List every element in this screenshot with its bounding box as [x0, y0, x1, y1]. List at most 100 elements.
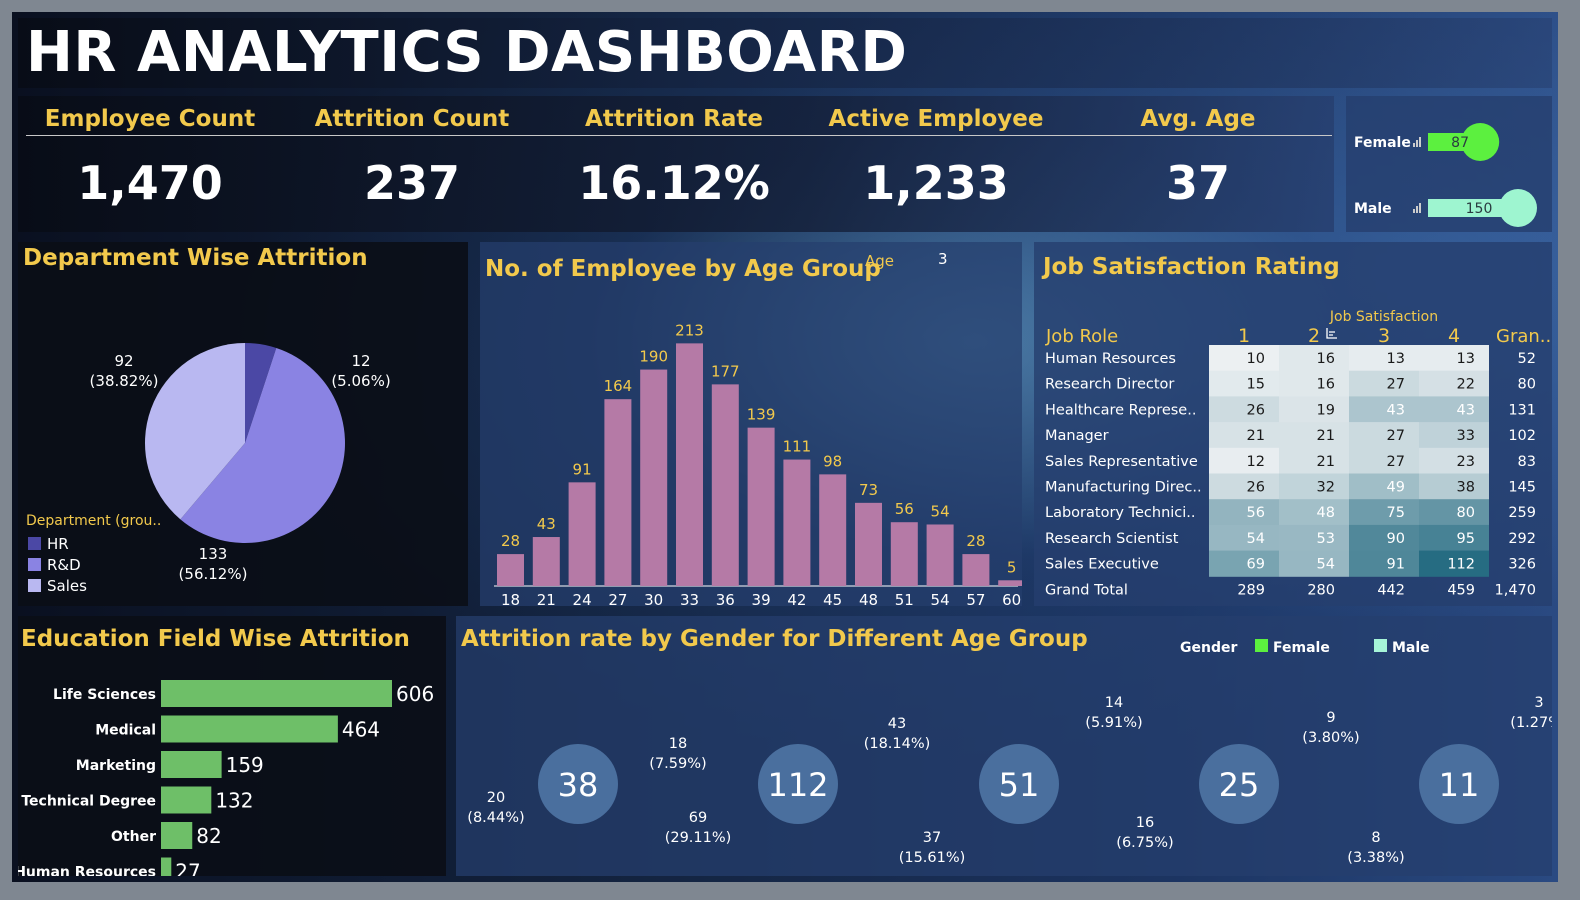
job-role-label: Sales Executive — [1045, 557, 1159, 573]
heatmap-cell — [1279, 447, 1349, 474]
age-bar-label: 91 — [573, 460, 592, 478]
heatmap-cell-value: 26 — [1247, 480, 1265, 496]
heatmap-cell-value: 38 — [1457, 480, 1475, 496]
sort-icon — [1326, 328, 1337, 339]
age-bar — [855, 502, 882, 586]
education-bar — [161, 751, 222, 778]
heatmap-cell-value: 80 — [1457, 505, 1475, 521]
heatmap-cell — [1209, 550, 1279, 577]
age-bar — [640, 369, 668, 586]
gender-legend-swatch-female — [1255, 639, 1268, 652]
pie-label-percent-hr: (5.06%) — [331, 372, 390, 390]
heatmap-cell-value: 13 — [1457, 351, 1475, 367]
age-bar — [926, 524, 954, 586]
header-bar: HR ANALYTICS DASHBOARD — [18, 18, 1552, 88]
age-bar-label: 28 — [501, 532, 520, 550]
age-bar-label: 28 — [966, 532, 985, 550]
heatmap-cell-value: 48 — [1317, 505, 1335, 521]
age-tick-label: 51 — [895, 591, 914, 606]
kpi-label-attrition-count: Attrition Count — [314, 106, 510, 132]
donut-label-female-value: 9 — [1326, 710, 1335, 726]
heatmap-cell — [1419, 370, 1489, 397]
donut-label-male-value: 69 — [689, 810, 707, 826]
heatmap-cell-value: 21 — [1247, 428, 1265, 444]
age-bar-label: 56 — [895, 500, 914, 518]
legend-label-hr: HR — [47, 535, 69, 553]
heatmap-cell — [1349, 370, 1419, 397]
age-bar-label: 43 — [537, 515, 556, 533]
donut-label-male-percent: (6.75%) — [1116, 835, 1173, 851]
age-bar-label: 54 — [931, 502, 950, 520]
heatmap-cell — [1419, 447, 1489, 474]
job-role-total: 80 — [1518, 377, 1536, 393]
age-tick-label: 21 — [537, 591, 556, 606]
donut-label-female-percent: (1.27%) — [1510, 715, 1552, 731]
department-pie-chart[interactable]: 12(5.06%)133(56.12%)92(38.82%)Department… — [18, 242, 468, 606]
heatmap-cell-value: 54 — [1317, 557, 1335, 573]
donut-label-male-percent: (15.61%) — [899, 850, 966, 866]
heatmap-cell-value: 21 — [1317, 428, 1335, 444]
age-bar — [819, 474, 847, 586]
age-bar — [568, 482, 596, 586]
age-bar — [890, 522, 918, 586]
heatmap-cell-value: 27 — [1387, 454, 1405, 470]
job-satisfaction-column-2: 2 — [1308, 325, 1320, 347]
job-satisfaction-column-header: Job Satisfaction — [1329, 309, 1438, 325]
education-category-label: Medical — [95, 723, 156, 739]
heatmap-cell-value: 90 — [1387, 531, 1405, 547]
education-category-label: Human Resources — [18, 865, 156, 877]
job-role-total: 52 — [1518, 351, 1536, 367]
age-tick-label: 60 — [1002, 591, 1021, 606]
job-satisfaction-table[interactable]: Job SatisfactionJob Role 1 2 3 4 Gran..Human … — [1034, 242, 1552, 606]
age-tick-label: 30 — [644, 591, 663, 606]
gender-age-donut-charts[interactable]: Gender Female Male3818(7.59%)20(8.44%)1124… — [456, 616, 1552, 876]
heatmap-cell — [1279, 550, 1349, 577]
age-bar-label: 98 — [823, 452, 842, 470]
donut-center-total: 25 — [1219, 766, 1260, 804]
age-tick-label: 57 — [966, 591, 985, 606]
heatmap-cell-value: 69 — [1247, 557, 1265, 573]
education-category-label: Marketing — [76, 758, 156, 774]
education-bar-value: 132 — [215, 789, 253, 813]
heatmap-cell — [1209, 473, 1279, 500]
heatmap-cell — [1349, 524, 1419, 552]
kpi-label-employee-count: Employee Count — [44, 106, 256, 132]
heatmap-cell-value: 33 — [1457, 428, 1475, 444]
heatmap-cell — [1279, 370, 1349, 397]
kpi-value-attrition-rate: 16.12% — [578, 156, 770, 210]
heatmap-cell-value: 21 — [1317, 454, 1335, 470]
heatmap-cell-value: 16 — [1317, 351, 1335, 367]
kpi-label-active-employee: Active Employee — [828, 106, 1044, 132]
age-bar-label: 213 — [675, 321, 704, 339]
heatmap-cell-value: 27 — [1387, 428, 1405, 444]
age-bar-label: 164 — [604, 377, 633, 395]
heatmap-cell-value: 13 — [1387, 351, 1405, 367]
heatmap-cell-value: 16 — [1317, 377, 1335, 393]
age-group-bar-chart[interactable]: 28 18 43 21 91 24 164 27 190 30 213 33 177 36 139 39 111… — [480, 242, 1022, 606]
gender-filter-label-female: Female — [1354, 135, 1411, 151]
job-role-label: Human Resources — [1045, 351, 1176, 367]
job-satisfaction-column-3: 3 — [1378, 325, 1390, 347]
heatmap-cell — [1349, 499, 1419, 526]
gender-filter-chart[interactable]: Female 87 Male 150 — [1346, 96, 1552, 232]
education-bar-chart[interactable]: Life Sciences 606 Medical 464 Marketing 159 Te… — [18, 616, 446, 876]
heatmap-cell — [1209, 499, 1279, 526]
job-role-total: 83 — [1518, 454, 1536, 470]
gender-filter-panel: Female 87 Male 150 — [1346, 96, 1552, 232]
donut-center-total: 51 — [999, 766, 1040, 804]
heatmap-cell-value: 49 — [1387, 480, 1405, 496]
age-tick-label: 18 — [501, 591, 520, 606]
kpi-label-attrition-rate: Attrition Rate — [585, 106, 763, 132]
donut-label-male-percent: (3.38%) — [1347, 850, 1404, 866]
heatmap-cell — [1349, 422, 1419, 449]
age-group-panel: No. of Employee by Age Group Age 3 28 18 4… — [480, 242, 1022, 606]
heatmap-cell-value: 19 — [1317, 402, 1335, 418]
kpi-value-attrition-count: 237 — [363, 156, 461, 210]
job-role-total: 131 — [1508, 402, 1536, 418]
donut-label-female-percent: (5.91%) — [1085, 715, 1142, 731]
kpi-value-avg-age: 37 — [1165, 156, 1230, 210]
gender-filter-icon-bar — [1413, 209, 1415, 213]
heatmap-cell-value: 26 — [1247, 402, 1265, 418]
dashboard-frame: HR ANALYTICS DASHBOARD Employee Count 1,… — [12, 12, 1558, 882]
pie-label-value-sales: 92 — [114, 352, 133, 370]
